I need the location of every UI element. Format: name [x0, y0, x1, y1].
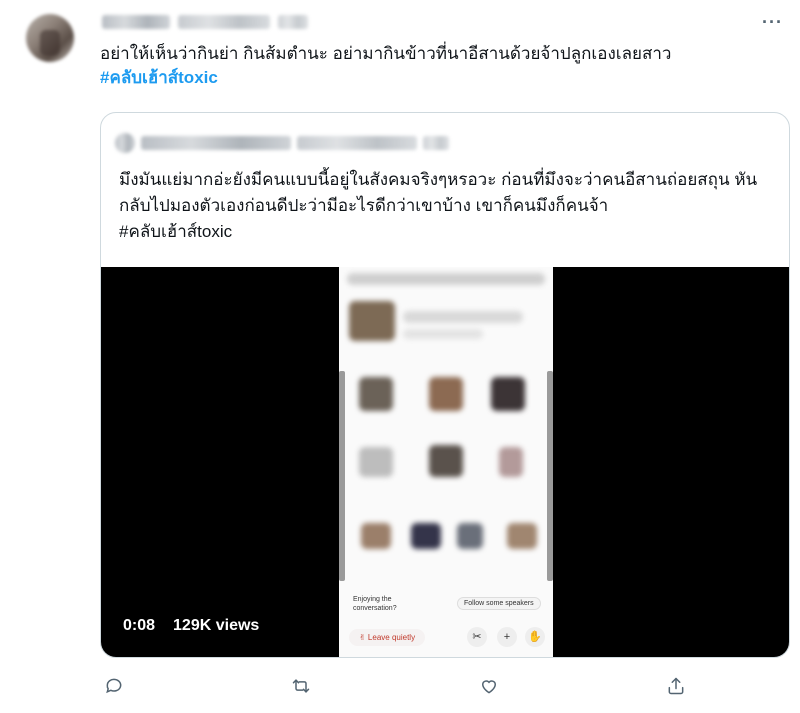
quoted-hashtag[interactable]: #คลับเฮ้าส์toxic — [119, 222, 232, 241]
video-frame-phone-screenshot: Enjoying the conversation? Follow some s… — [339, 267, 553, 657]
heart-icon[interactable] — [475, 672, 503, 700]
video-player[interactable]: Enjoying the conversation? Follow some s… — [101, 267, 789, 657]
quoted-body: มึงมันแย่มากอ่ะยังมีคนแบบนี้อยู่ในสังคมจ… — [119, 170, 758, 215]
quoted-author-blurred[interactable] — [115, 133, 449, 153]
follow-speakers-chip: Follow some speakers — [457, 597, 541, 610]
reply-icon[interactable] — [100, 672, 128, 700]
plus-icon: + — [497, 627, 517, 647]
author-name-blurred[interactable] — [102, 15, 308, 29]
retweet-icon[interactable] — [287, 672, 315, 700]
tweet-actions — [100, 672, 690, 700]
tweet[interactable]: ··· อย่าให้เห็นว่ากินย่า กินส้มตำนะ อย่า… — [0, 0, 800, 713]
video-meta: 0:08 129K views — [123, 617, 259, 635]
enjoying-prompt: Enjoying the conversation? — [353, 596, 397, 612]
scissors-icon: ✂ — [467, 627, 487, 647]
video-views: 129K views — [173, 617, 260, 634]
share-icon[interactable] — [662, 672, 690, 700]
tweet-text: อย่าให้เห็นว่ากินย่า กินส้มตำนะ อย่ามากิ… — [100, 42, 790, 90]
tweet-hashtag-link[interactable]: #คลับเฮ้าส์toxic — [100, 66, 790, 90]
quoted-tweet[interactable]: มึงมันแย่มากอ่ะยังมีคนแบบนี้อยู่ในสังคมจ… — [100, 112, 790, 658]
avatar[interactable] — [26, 14, 74, 62]
raise-hand-icon: ✋ — [525, 627, 545, 647]
quoted-tweet-text: มึงมันแย่มากอ่ะยังมีคนแบบนี้อยู่ในสังคมจ… — [119, 167, 779, 245]
more-options-icon[interactable]: ··· — [762, 12, 783, 33]
leave-quietly-chip: ✌ Leave quietly — [349, 629, 426, 646]
tweet-body: อย่าให้เห็นว่ากินย่า กินส้มตำนะ อย่ามากิ… — [100, 44, 672, 63]
video-time: 0:08 — [123, 617, 156, 634]
